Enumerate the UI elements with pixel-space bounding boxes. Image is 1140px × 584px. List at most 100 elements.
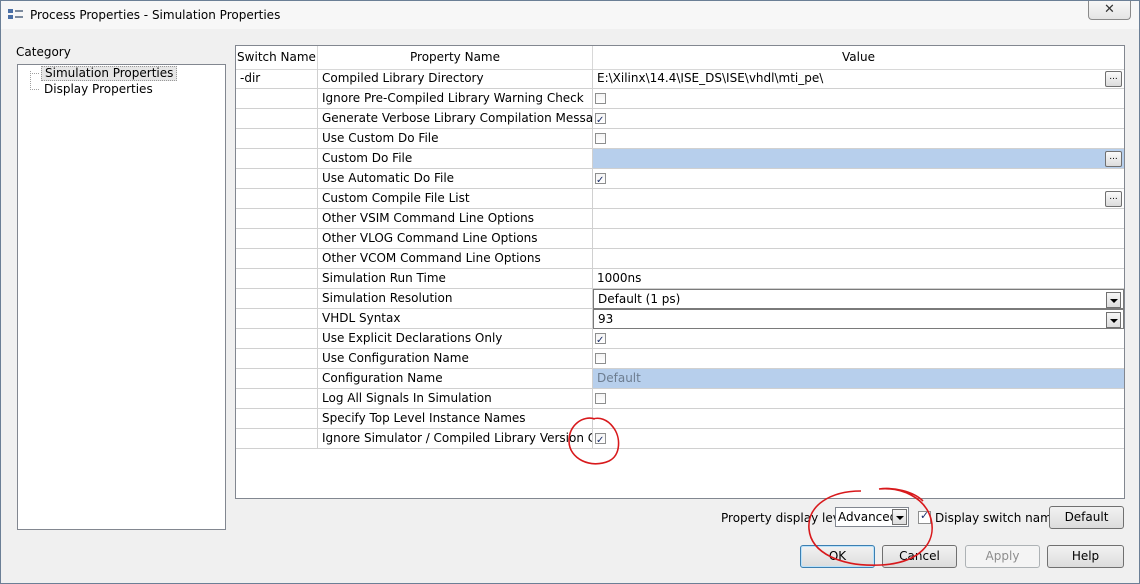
ok-button[interactable]: OK xyxy=(800,545,875,568)
close-button[interactable]: ✕ xyxy=(1088,1,1131,20)
property-name-cell: Configuration Name xyxy=(318,369,593,389)
value-cell[interactable] xyxy=(593,89,1124,109)
process-properties-dialog: Process Properties - Simulation Properti… xyxy=(0,0,1140,584)
value-cell[interactable] xyxy=(593,169,1124,189)
table-row[interactable]: Use Configuration Name xyxy=(236,349,1124,369)
value-checkbox[interactable] xyxy=(595,171,606,188)
property-name-cell: Compiled Library Directory xyxy=(318,69,593,89)
value-cell[interactable]: 1000ns xyxy=(593,269,1124,289)
property-name-cell: Use Custom Do File xyxy=(318,129,593,149)
switch-name-cell xyxy=(236,329,318,349)
table-row[interactable]: Configuration Name Default xyxy=(236,369,1124,389)
property-name-cell: Generate Verbose Library Compilation Mes… xyxy=(318,109,593,129)
value-text: E:\Xilinx\14.4\ISE_DS\ISE\vhdl\mti_pe\ xyxy=(597,71,824,85)
switch-name-cell xyxy=(236,409,318,429)
table-row[interactable]: Ignore Pre-Compiled Library Warning Chec… xyxy=(236,89,1124,109)
value-cell[interactable] xyxy=(593,349,1124,369)
switch-name-cell xyxy=(236,369,318,389)
browse-button[interactable]: ... xyxy=(1105,151,1122,167)
property-name-cell: Log All Signals In Simulation xyxy=(318,389,593,409)
value-cell[interactable]: Default xyxy=(593,369,1124,389)
table-row[interactable]: Use Custom Do File xyxy=(236,129,1124,149)
value-cell[interactable] xyxy=(593,109,1124,129)
value-checkbox[interactable] xyxy=(595,93,606,104)
window-title: Process Properties - Simulation Properti… xyxy=(30,8,281,22)
category-item-display-properties[interactable]: Display Properties xyxy=(41,82,156,97)
table-row[interactable]: Ignore Simulator / Compiled Library Vers… xyxy=(236,429,1124,449)
value-cell[interactable] xyxy=(593,249,1124,269)
switch-name-cell xyxy=(236,89,318,109)
value-cell[interactable]: ... xyxy=(593,149,1124,169)
property-name-cell: Ignore Pre-Compiled Library Warning Chec… xyxy=(318,89,593,109)
value-checkbox[interactable] xyxy=(595,133,606,144)
column-header-switch-name[interactable]: Switch Name xyxy=(236,46,318,69)
property-name-cell: Other VLOG Command Line Options xyxy=(318,229,593,249)
value-checkbox[interactable] xyxy=(595,111,606,128)
switch-name-cell xyxy=(236,109,318,129)
table-row[interactable]: Custom Do File... xyxy=(236,149,1124,169)
value-text: 1000ns xyxy=(597,271,642,285)
value-cell[interactable]: 93 xyxy=(593,309,1124,329)
property-name-cell: Ignore Simulator / Compiled Library Vers… xyxy=(318,429,593,449)
value-cell[interactable]: ... xyxy=(593,189,1124,209)
switch-name-cell xyxy=(236,229,318,249)
table-row[interactable]: Log All Signals In Simulation xyxy=(236,389,1124,409)
switch-name-cell xyxy=(236,269,318,289)
value-cell[interactable] xyxy=(593,129,1124,149)
table-row[interactable]: VHDL Syntax 93 xyxy=(236,309,1124,329)
table-row[interactable]: Simulation Resolution Default (1 ps) xyxy=(236,289,1124,309)
switch-name-cell xyxy=(236,169,318,189)
table-row[interactable]: Generate Verbose Library Compilation Mes… xyxy=(236,109,1124,129)
value-text: Default (1 ps) xyxy=(598,292,681,306)
table-row[interactable]: Other VCOM Command Line Options xyxy=(236,249,1124,269)
table-row[interactable]: Use Automatic Do File xyxy=(236,169,1124,189)
value-checkbox[interactable] xyxy=(595,393,606,404)
value-cell[interactable]: Default (1 ps) xyxy=(593,289,1124,309)
table-row[interactable]: Use Explicit Declarations Only xyxy=(236,329,1124,349)
value-cell[interactable] xyxy=(593,209,1124,229)
value-checkbox[interactable] xyxy=(595,353,606,364)
column-header-property-name[interactable]: Property Name xyxy=(318,46,593,69)
value-checkbox[interactable] xyxy=(595,331,606,348)
table-row[interactable]: Other VLOG Command Line Options xyxy=(236,229,1124,249)
chevron-down-icon[interactable] xyxy=(1106,312,1121,328)
table-row[interactable]: Simulation Run Time 1000ns xyxy=(236,269,1124,289)
grid-header: Switch Name Property Name Value xyxy=(236,46,1124,70)
switch-name-cell xyxy=(236,349,318,369)
chevron-down-icon[interactable] xyxy=(1106,292,1121,308)
default-button[interactable]: Default xyxy=(1049,506,1124,529)
property-name-cell: Simulation Run Time xyxy=(318,269,593,289)
chevron-down-icon[interactable] xyxy=(892,509,907,525)
property-grid: Switch Name Property Name Value -dir Comp… xyxy=(235,45,1125,499)
value-cell[interactable] xyxy=(593,389,1124,409)
value-cell[interactable] xyxy=(593,229,1124,249)
display-level-select[interactable]: Advanced xyxy=(835,507,909,527)
table-row[interactable]: Custom Compile File List... xyxy=(236,189,1124,209)
value-text: 93 xyxy=(598,312,614,326)
properties-app-icon xyxy=(8,9,23,19)
value-cell[interactable] xyxy=(593,429,1124,449)
switch-name-cell xyxy=(236,249,318,269)
property-name-cell: Use Explicit Declarations Only xyxy=(318,329,593,349)
help-button[interactable]: Help xyxy=(1047,545,1124,568)
switch-name-cell xyxy=(236,309,318,329)
apply-button[interactable]: Apply xyxy=(965,545,1040,568)
switch-name-cell xyxy=(236,209,318,229)
browse-button[interactable]: ... xyxy=(1105,191,1122,207)
value-cell[interactable]: E:\Xilinx\14.4\ISE_DS\ISE\vhdl\mti_pe\..… xyxy=(593,69,1124,89)
value-cell[interactable] xyxy=(593,409,1124,429)
table-row[interactable]: -dir Compiled Library Directory E:\Xilinx\… xyxy=(236,69,1124,89)
table-row[interactable]: Other VSIM Command Line Options xyxy=(236,209,1124,229)
cancel-button[interactable]: Cancel xyxy=(882,545,957,568)
value-checkbox[interactable] xyxy=(595,431,606,448)
close-icon: ✕ xyxy=(1104,2,1115,17)
property-name-cell: Other VCOM Command Line Options xyxy=(318,249,593,269)
display-level-value: Advanced xyxy=(838,510,898,524)
table-row[interactable]: Specify Top Level Instance Names xyxy=(236,409,1124,429)
column-header-value[interactable]: Value xyxy=(593,46,1124,69)
value-cell[interactable] xyxy=(593,329,1124,349)
display-switch-names-checkbox[interactable] xyxy=(918,509,931,524)
switch-name-cell xyxy=(236,149,318,169)
browse-button[interactable]: ... xyxy=(1105,71,1122,87)
category-item-simulation-properties[interactable]: Simulation Properties xyxy=(41,66,178,81)
